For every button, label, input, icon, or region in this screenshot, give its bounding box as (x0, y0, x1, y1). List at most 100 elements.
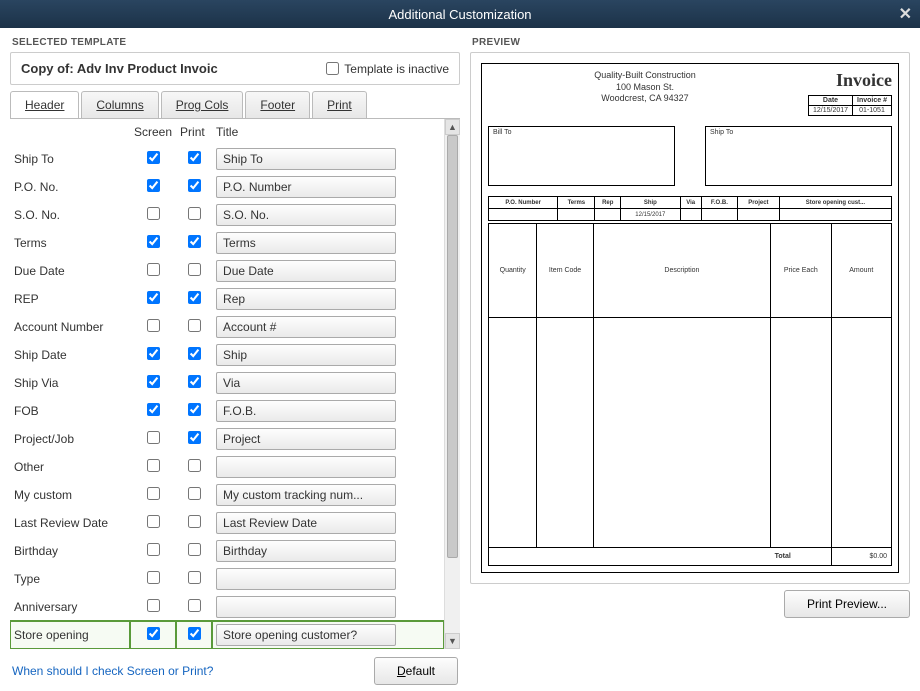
tab-footer[interactable]: Footer (245, 91, 310, 118)
title-input[interactable] (216, 624, 396, 646)
print-checkbox[interactable] (188, 263, 201, 276)
table-row: P.O. No. (10, 173, 444, 201)
screen-checkbox[interactable] (147, 515, 160, 528)
table-row: Last Review Date (10, 509, 444, 537)
screen-checkbox[interactable] (147, 599, 160, 612)
print-checkbox[interactable] (188, 207, 201, 220)
preview-date-table: DateInvoice # 12/15/201701-1051 (808, 95, 892, 116)
title-input[interactable] (216, 372, 396, 394)
close-icon[interactable]: ✕ (899, 4, 912, 24)
scroll-thumb[interactable] (447, 135, 458, 558)
field-label: Last Review Date (10, 509, 130, 537)
field-label: Type (10, 565, 130, 593)
screen-checkbox[interactable] (147, 459, 160, 472)
field-label: Due Date (10, 257, 130, 285)
preview-label: PREVIEW (472, 37, 910, 48)
window-title: Additional Customization (388, 7, 531, 22)
screen-checkbox[interactable] (147, 543, 160, 556)
screen-checkbox[interactable] (147, 235, 160, 248)
field-label: Account Number (10, 313, 130, 341)
screen-checkbox[interactable] (147, 487, 160, 500)
default-button[interactable]: Default (374, 657, 458, 685)
print-preview-button[interactable]: Print Preview... (784, 590, 910, 618)
title-input[interactable] (216, 568, 396, 590)
field-label: REP (10, 285, 130, 313)
print-checkbox[interactable] (188, 599, 201, 612)
title-input[interactable] (216, 484, 396, 506)
vertical-scrollbar[interactable]: ▲ ▼ (444, 119, 460, 649)
title-input[interactable] (216, 456, 396, 478)
tab-header[interactable]: Header (10, 91, 79, 118)
preview-company: Quality-Built Construction (538, 70, 752, 82)
table-row: FOB (10, 397, 444, 425)
tab-prog-cols[interactable]: Prog Cols (161, 91, 244, 118)
screen-checkbox[interactable] (147, 207, 160, 220)
print-checkbox[interactable] (188, 515, 201, 528)
table-row: Ship Via (10, 369, 444, 397)
preview-terms-table: P.O. NumberTermsRepShipViaF.O.B.ProjectS… (488, 196, 892, 221)
scroll-down-icon[interactable]: ▼ (445, 633, 460, 649)
preview-billto-box: Bill To (488, 126, 675, 186)
print-checkbox[interactable] (188, 347, 201, 360)
field-label: Project/Job (10, 425, 130, 453)
screen-checkbox[interactable] (147, 179, 160, 192)
screen-checkbox[interactable] (147, 347, 160, 360)
print-checkbox[interactable] (188, 151, 201, 164)
title-input[interactable] (216, 512, 396, 534)
title-input[interactable] (216, 288, 396, 310)
template-inactive-checkbox[interactable] (326, 62, 339, 75)
preview-total-value: $0.00 (831, 548, 891, 566)
screen-checkbox[interactable] (147, 375, 160, 388)
field-label: Store opening (10, 621, 130, 649)
col-header-title: Title (212, 119, 444, 145)
table-row: Terms (10, 229, 444, 257)
field-label: P.O. No. (10, 173, 130, 201)
title-input[interactable] (216, 540, 396, 562)
title-input[interactable] (216, 148, 396, 170)
screen-checkbox[interactable] (147, 571, 160, 584)
print-checkbox[interactable] (188, 319, 201, 332)
template-inactive-toggle[interactable]: Template is inactive (326, 62, 449, 76)
print-checkbox[interactable] (188, 403, 201, 416)
table-row: Type (10, 565, 444, 593)
print-checkbox[interactable] (188, 543, 201, 556)
title-input[interactable] (216, 344, 396, 366)
print-checkbox[interactable] (188, 627, 201, 640)
title-input[interactable] (216, 400, 396, 422)
table-row: Store opening (10, 621, 444, 649)
title-input[interactable] (216, 232, 396, 254)
table-row: My custom (10, 481, 444, 509)
tab-columns[interactable]: Columns (81, 91, 158, 118)
title-input[interactable] (216, 316, 396, 338)
field-label: Terms (10, 229, 130, 257)
title-input[interactable] (216, 428, 396, 450)
field-label: Ship Via (10, 369, 130, 397)
screen-checkbox[interactable] (147, 151, 160, 164)
screen-checkbox[interactable] (147, 291, 160, 304)
print-checkbox[interactable] (188, 431, 201, 444)
title-input[interactable] (216, 176, 396, 198)
title-input[interactable] (216, 596, 396, 618)
print-checkbox[interactable] (188, 375, 201, 388)
screen-checkbox[interactable] (147, 403, 160, 416)
scroll-up-icon[interactable]: ▲ (445, 119, 460, 135)
screen-checkbox[interactable] (147, 627, 160, 640)
col-header-screen: Screen (130, 119, 176, 145)
print-checkbox[interactable] (188, 571, 201, 584)
table-row: Ship To (10, 145, 444, 173)
print-checkbox[interactable] (188, 179, 201, 192)
print-checkbox[interactable] (188, 459, 201, 472)
print-checkbox[interactable] (188, 487, 201, 500)
screen-checkbox[interactable] (147, 319, 160, 332)
screen-checkbox[interactable] (147, 263, 160, 276)
tab-print[interactable]: Print (312, 91, 367, 118)
title-input[interactable] (216, 204, 396, 226)
help-link[interactable]: When should I check Screen or Print? (12, 664, 213, 678)
screen-checkbox[interactable] (147, 431, 160, 444)
table-row: Anniversary (10, 593, 444, 621)
print-checkbox[interactable] (188, 291, 201, 304)
table-row: Project/Job (10, 425, 444, 453)
field-label: FOB (10, 397, 130, 425)
title-input[interactable] (216, 260, 396, 282)
print-checkbox[interactable] (188, 235, 201, 248)
